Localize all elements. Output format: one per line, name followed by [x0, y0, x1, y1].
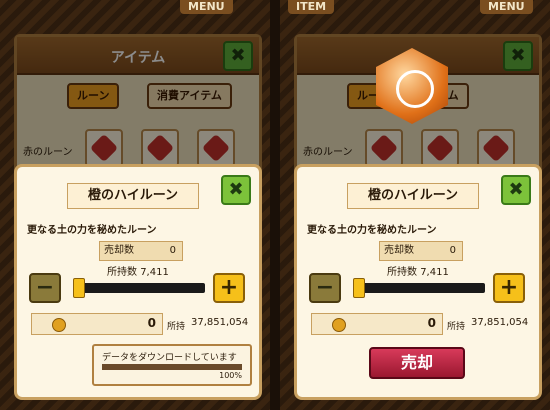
held-label: 所持 — [167, 322, 186, 332]
rune-gem-icon — [481, 133, 511, 163]
download-status-text: データをダウンロードしています — [102, 353, 237, 363]
owned-count-value: 7,411 — [140, 267, 169, 278]
rune-description: 更なる土の力を秘めたルーン — [27, 225, 157, 236]
dialog-title: 橙のハイルーン — [347, 183, 479, 209]
dialog-close-button[interactable]: ✖ — [221, 175, 251, 205]
rune-gem-icon — [425, 133, 455, 163]
quantity-slider-track[interactable] — [77, 283, 205, 293]
sell-dialog: 橙のハイルーン ✖ 更なる土の力を秘めたルーン 売却数 0 所持数 7,411 … — [294, 164, 542, 400]
held-value: 37,851,054 — [191, 317, 249, 328]
download-progress-fill — [102, 364, 242, 370]
rune-slot[interactable] — [421, 129, 459, 167]
rune-gem-icon — [145, 133, 175, 163]
tab-rune[interactable]: ルーン — [67, 83, 120, 109]
rune-slot[interactable] — [141, 129, 179, 167]
sell-count-box: 売却数 0 — [379, 241, 463, 261]
item-window: アイテム ✖ ルーン 消費アイテム 赤のルーン — [14, 34, 262, 180]
owned-count-row: 所持数 7,411 — [387, 263, 449, 278]
item-tab-label[interactable]: ITEM — [288, 0, 335, 14]
rune-gem-icon — [89, 133, 119, 163]
gold-total-box: 0 — [31, 313, 163, 335]
owned-count-label: 所持数 — [387, 267, 417, 278]
plus-button[interactable]: + — [493, 273, 525, 303]
item-window-close-button[interactable]: ✖ — [223, 41, 253, 71]
dialog-close-button[interactable]: ✖ — [501, 175, 531, 205]
sell-button[interactable]: 売却 — [369, 347, 465, 379]
dialog-title: 橙のハイルーン — [67, 183, 199, 209]
menu-tab-label[interactable]: MENU — [180, 0, 233, 14]
coin-icon — [332, 318, 346, 332]
tab-consumable[interactable]: 消費アイテム — [147, 83, 232, 109]
quantity-slider-thumb[interactable] — [73, 278, 85, 298]
rune-slot[interactable] — [197, 129, 235, 167]
item-window-close-button[interactable]: ✖ — [503, 41, 533, 71]
sell-count-value: 0 — [449, 245, 456, 256]
sell-count-label: 売却数 — [104, 245, 134, 256]
minus-button[interactable]: − — [309, 273, 341, 303]
menu-tab-label[interactable]: MENU — [480, 0, 533, 14]
sell-count-box: 売却数 0 — [99, 241, 183, 261]
owned-count-label: 所持数 — [107, 267, 137, 278]
gold-total-box: 0 — [311, 313, 443, 335]
rune-category-label: 赤のルーン — [23, 147, 73, 158]
rune-category-label: 赤のルーン — [303, 147, 353, 158]
sell-count-label: 売却数 — [384, 245, 414, 256]
item-window-header: アイテム ✖ — [17, 37, 259, 75]
download-percent: 100% — [219, 371, 242, 380]
rune-emblem-icon — [396, 70, 434, 108]
quantity-slider-track[interactable] — [357, 283, 485, 293]
gold-total-value: 0 — [147, 316, 156, 330]
owned-count-value: 7,411 — [420, 267, 449, 278]
sell-count-value: 0 — [169, 245, 176, 256]
held-value: 37,851,054 — [471, 317, 529, 328]
rune-slot[interactable] — [477, 129, 515, 167]
minus-button[interactable]: − — [29, 273, 61, 303]
plus-button[interactable]: + — [213, 273, 245, 303]
download-progress-toast: データをダウンロードしています 100% — [92, 344, 252, 386]
quantity-slider-thumb[interactable] — [353, 278, 365, 298]
rune-gem-icon — [369, 133, 399, 163]
owned-count-row: 所持数 7,411 — [107, 263, 169, 278]
gold-total-value: 0 — [427, 316, 436, 330]
rune-slot[interactable] — [85, 129, 123, 167]
rune-description: 更なる土の力を秘めたルーン — [307, 225, 437, 236]
download-progress-bar — [102, 364, 242, 370]
rune-slot[interactable] — [365, 129, 403, 167]
held-label: 所持 — [447, 322, 466, 332]
coin-icon — [52, 318, 66, 332]
left-screen: MENU アイテム ✖ ルーン 消費アイテム 赤のルーン 橙のハイルーン ✖ 更… — [0, 0, 270, 410]
rune-gem-icon — [201, 133, 231, 163]
